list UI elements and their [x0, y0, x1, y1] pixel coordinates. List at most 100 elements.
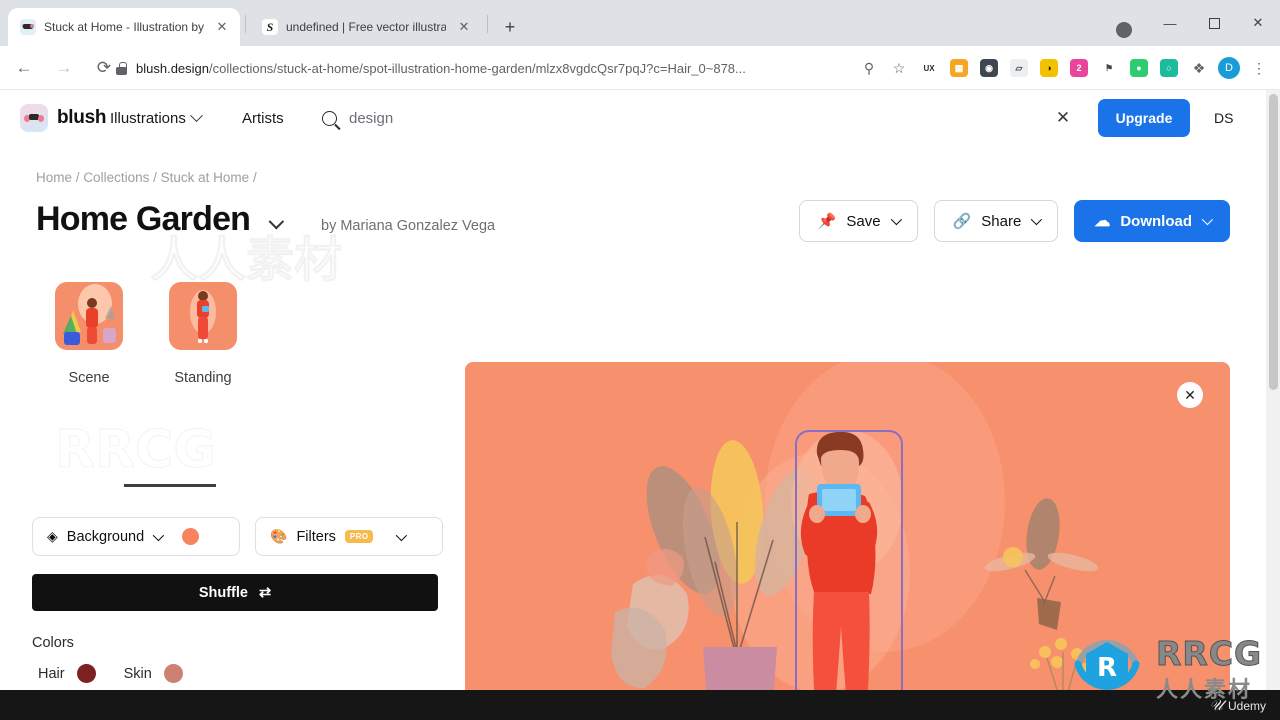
- color-chip-skin[interactable]: Skin: [124, 664, 183, 683]
- tab-close-icon[interactable]: ✕: [212, 17, 232, 37]
- share-button[interactable]: 🔗 Share: [933, 200, 1059, 242]
- address-bar[interactable]: blush.design/collections/stuck-at-home/s…: [110, 53, 810, 83]
- puzzle-extension-icon[interactable]: ❖: [1184, 53, 1214, 83]
- teal-circle-extension-icon[interactable]: ○: [1154, 53, 1184, 83]
- skin-color-swatch[interactable]: [163, 664, 183, 683]
- rrcg-brand-text: RRCG: [1155, 634, 1263, 674]
- dark-camera-extension-icon[interactable]: ◉: [974, 53, 1004, 83]
- editor-controls: ◈ Background 🎨 Filters PRO: [32, 517, 443, 556]
- variant-label: Scene: [68, 370, 110, 386]
- cloud-download-icon: ☁: [1094, 213, 1111, 230]
- maximize-button[interactable]: [1192, 0, 1236, 46]
- hair-color-swatch[interactable]: [76, 664, 96, 683]
- standing-illustration: [190, 290, 216, 343]
- ux-check-extension-icon[interactable]: UX: [914, 53, 944, 83]
- variant-thumbnails: Scene Standing: [44, 282, 248, 386]
- download-button-label: Download: [1120, 212, 1192, 230]
- background-control[interactable]: ◈ Background: [32, 517, 240, 556]
- brand-name: blush: [57, 107, 107, 128]
- brand-logo[interactable]: blush: [20, 104, 106, 132]
- search-value: design: [349, 109, 394, 127]
- omnibox-icons: ⚲ ☆ UX ▦ ◉ ▱ ◑ 2 ⚑ ● ○ ❖ D ⋮: [854, 46, 1274, 90]
- bookmark-star-icon[interactable]: ☆: [884, 53, 914, 83]
- shuffle-icon: ⇄: [258, 584, 272, 601]
- selection-bounding-box[interactable]: [795, 430, 903, 720]
- breadcrumb-separator: /: [75, 170, 80, 185]
- chevron-down-icon: [890, 213, 902, 226]
- page-title-row: Home Garden: [36, 200, 285, 239]
- pro-badge: PRO: [344, 530, 374, 543]
- browser-tab-title: undefined | Free vector illustratio: [286, 20, 446, 34]
- search-icon: [322, 110, 337, 126]
- browser-tab-strip: Stuck at Home - Illustration by N ✕ S un…: [0, 0, 1280, 46]
- chevron-down-icon: [1201, 213, 1214, 226]
- window-controls: — ✕: [1148, 0, 1280, 46]
- variant-scene[interactable]: Scene: [44, 282, 134, 386]
- browser-profile-icon[interactable]: [1116, 22, 1132, 38]
- pin-extension-icon[interactable]: ⚑: [1094, 53, 1124, 83]
- page-title: Home Garden: [36, 200, 251, 238]
- browser-menu-icon[interactable]: ⋮: [1244, 53, 1274, 83]
- variant-active-underline: [124, 484, 216, 487]
- page-watermark: RRCG: [55, 420, 217, 481]
- app-header: blush Illustrations Artists design ✕ Upg…: [0, 90, 1266, 146]
- background-swatch[interactable]: [182, 528, 200, 545]
- url-host: blush.design: [136, 60, 209, 76]
- breadcrumb-item-collections[interactable]: Collections: [83, 170, 149, 185]
- rrcg-watermark: R RRCG 人人素材: [1060, 618, 1280, 718]
- breadcrumb-separator: /: [252, 170, 257, 185]
- color-chip-label: Skin: [123, 665, 152, 682]
- search-input[interactable]: design: [322, 110, 393, 127]
- notification-badge-extension-icon[interactable]: 2: [1064, 53, 1094, 83]
- color-chip-label: Hair: [38, 665, 65, 682]
- browser-account-avatar[interactable]: D: [1214, 53, 1244, 83]
- action-buttons: 📌 Save 🔗 Share ☁ Download: [798, 200, 1230, 242]
- breadcrumb-item-stuck-at-home[interactable]: Stuck at Home: [161, 170, 250, 185]
- close-icon[interactable]: ✕: [1177, 382, 1203, 408]
- nav-artists[interactable]: Artists: [242, 110, 284, 127]
- chevron-down-icon: [190, 108, 203, 122]
- clear-search-icon[interactable]: ✕: [1052, 107, 1074, 129]
- tab-divider: [245, 15, 246, 33]
- scrollbar-thumb[interactable]: [1269, 94, 1278, 390]
- shuffle-button[interactable]: Shuffle ⇄: [32, 574, 438, 611]
- color-chip-hair[interactable]: Hair: [38, 664, 96, 683]
- back-button[interactable]: ←: [8, 52, 40, 84]
- browser-tab-title: Stuck at Home - Illustration by N: [44, 20, 204, 34]
- variant-label: Standing: [174, 370, 232, 386]
- scene-illustration: [63, 284, 116, 345]
- avatar: D: [1218, 57, 1240, 79]
- green-circle-extension-icon[interactable]: ●: [1124, 53, 1154, 83]
- maximize-icon: [1208, 17, 1220, 29]
- password-key-icon[interactable]: ⚲: [854, 53, 884, 83]
- artist-byline: by Mariana Gonzalez Vega: [321, 218, 496, 234]
- variant-standing[interactable]: Standing: [158, 282, 248, 386]
- color-chips: Hair Skin: [38, 664, 183, 683]
- filters-control[interactable]: 🎨 Filters PRO: [255, 517, 443, 556]
- contrast-circle-extension-icon[interactable]: ◑: [1034, 53, 1064, 83]
- page-content: RRCG RRCG 人人素材 blush Illustrations Artis…: [0, 90, 1280, 720]
- nav-illustrations[interactable]: Illustrations: [110, 108, 203, 127]
- screenshot-extension-icon[interactable]: ▱: [1004, 53, 1034, 83]
- link-icon: 🔗: [952, 213, 972, 230]
- breadcrumb-item-home[interactable]: Home: [36, 170, 72, 185]
- browser-tab-0[interactable]: Stuck at Home - Illustration by N ✕: [8, 8, 240, 46]
- breadcrumb-separator: /: [153, 170, 157, 185]
- storyset-favicon: S: [262, 19, 278, 35]
- orange-grid-extension-icon[interactable]: ▦: [944, 53, 974, 83]
- url-path: /collections/stuck-at-home/spot-illustra…: [209, 60, 746, 76]
- close-window-button[interactable]: ✕: [1236, 0, 1280, 46]
- minimize-button[interactable]: —: [1148, 0, 1192, 46]
- chevron-down-icon: [152, 529, 165, 541]
- browser-tab-1[interactable]: S undefined | Free vector illustratio ✕: [250, 8, 482, 46]
- download-button[interactable]: ☁ Download: [1074, 200, 1230, 242]
- upgrade-button[interactable]: Upgrade: [1098, 99, 1190, 137]
- save-button[interactable]: 📌 Save: [798, 200, 918, 242]
- account-initials[interactable]: DS: [1214, 110, 1233, 126]
- tab-divider: [487, 15, 488, 33]
- share-button-label: Share: [981, 212, 1022, 230]
- new-tab-button[interactable]: +: [498, 15, 522, 39]
- tab-close-icon[interactable]: ✕: [454, 17, 474, 37]
- forward-button[interactable]: →: [48, 52, 80, 84]
- chevron-down-icon[interactable]: [268, 213, 285, 230]
